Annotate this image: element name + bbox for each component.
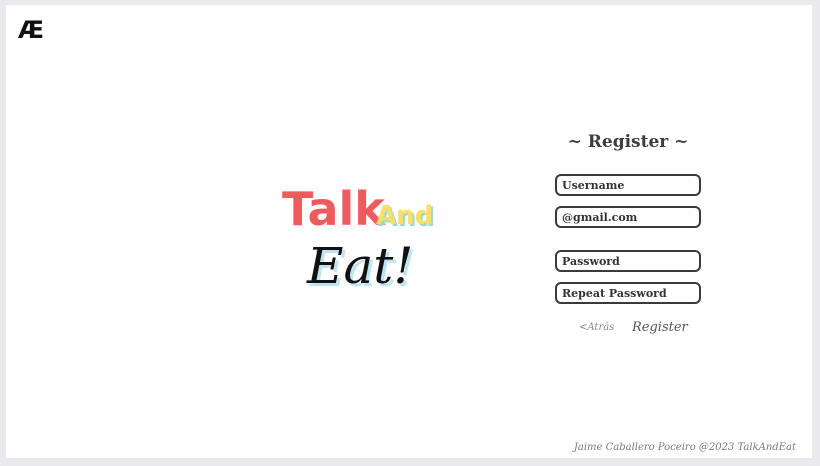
register-button[interactable]: Register (632, 320, 688, 335)
email-input[interactable] (555, 206, 701, 228)
page: Æ Talk And And Eat! Eat! ~ Register ~ <A… (6, 5, 812, 458)
talkandeat-logo: Talk And And Eat! Eat! (274, 170, 444, 295)
back-link[interactable]: <Atrás (579, 322, 614, 333)
logo-word-eat: Eat! (306, 237, 414, 295)
username-input[interactable] (555, 174, 701, 196)
password-input[interactable] (555, 250, 701, 272)
logo-word-talk: Talk (282, 182, 386, 236)
site-logo[interactable]: Æ (18, 16, 44, 44)
form-actions: <Atrás Register (573, 320, 693, 340)
repeat-password-input[interactable] (555, 282, 701, 304)
logo-word-and: And (376, 201, 433, 231)
footer-credit: Jaime Caballero Poceiro @2023 TalkAndEat (573, 442, 796, 453)
register-title: ~ Register ~ (567, 132, 689, 152)
register-form: ~ Register ~ <Atrás Register (555, 132, 701, 335)
talkandeat-logo-graphic: Talk And And Eat! Eat! (282, 182, 435, 295)
